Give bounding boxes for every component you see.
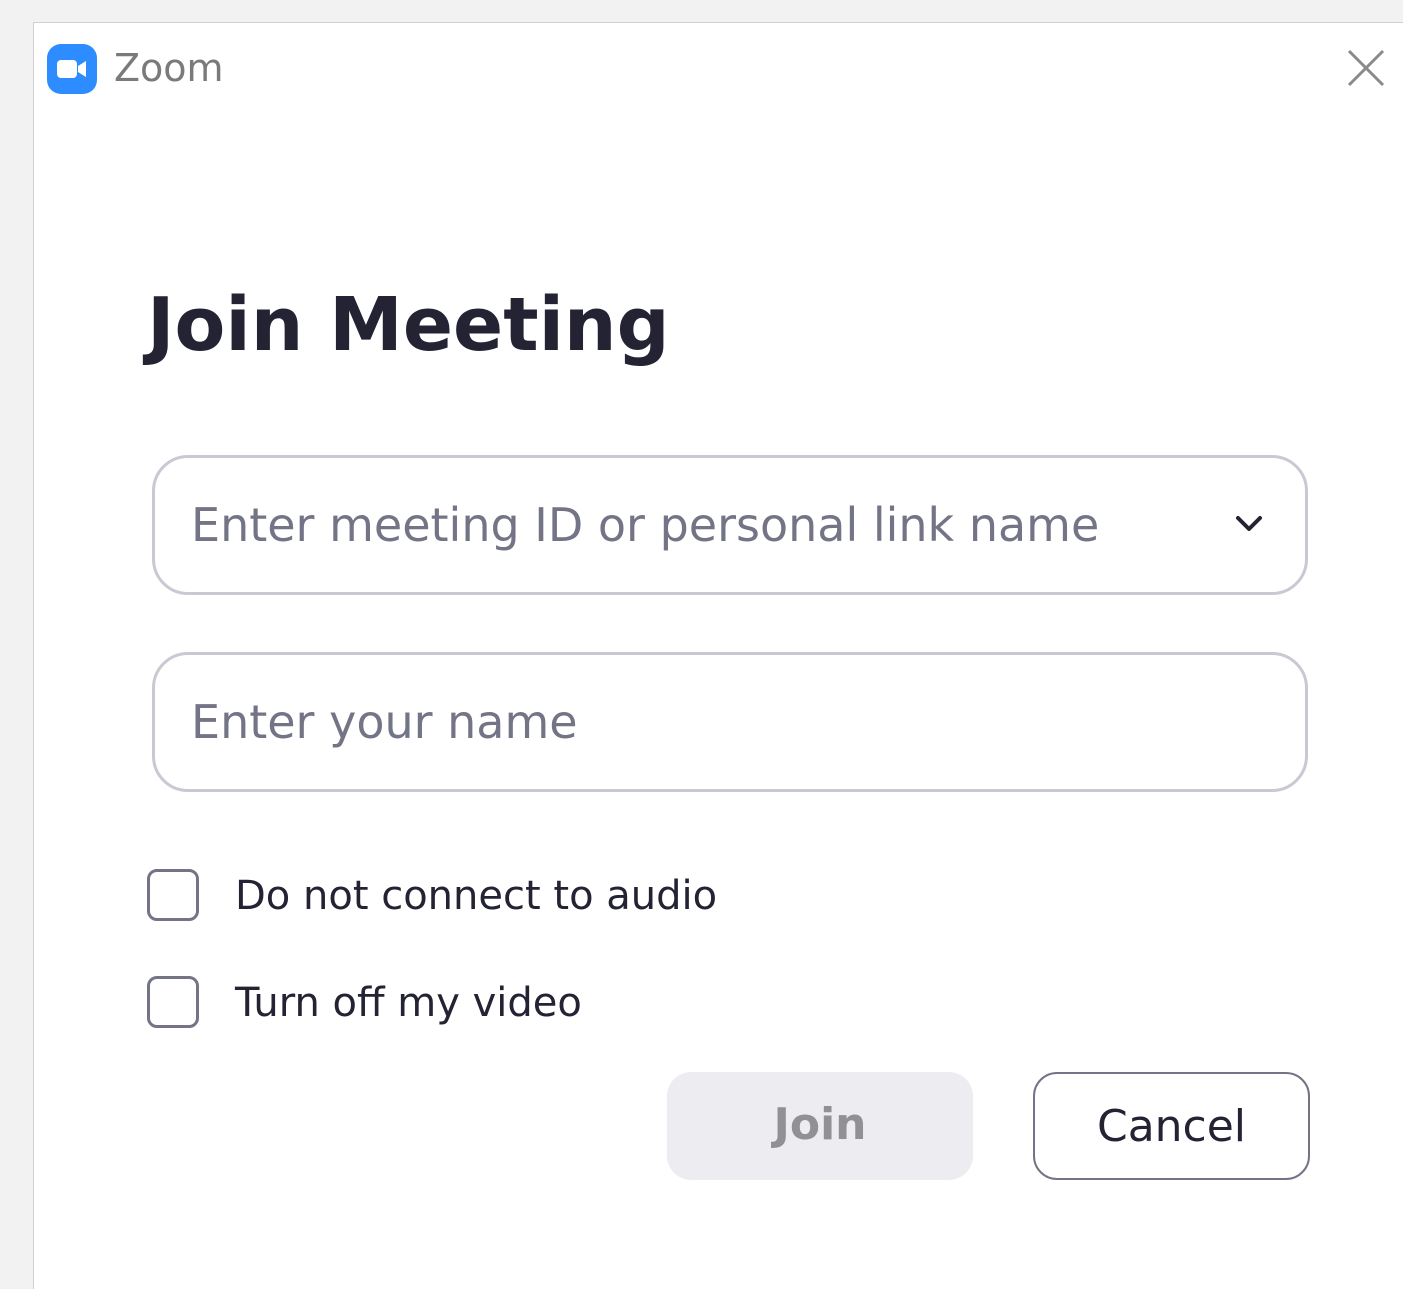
name-input[interactable] bbox=[191, 655, 1271, 789]
join-meeting-window: Zoom Join Meeting Do not connect to audi… bbox=[33, 22, 1403, 1289]
title-bar[interactable]: Zoom bbox=[34, 23, 1403, 115]
join-button[interactable]: Join bbox=[667, 1072, 973, 1180]
chevron-down-icon bbox=[1236, 516, 1262, 531]
close-icon bbox=[1347, 49, 1385, 87]
meeting-id-input[interactable] bbox=[191, 458, 1201, 592]
close-button[interactable] bbox=[1343, 45, 1389, 91]
window-title: Zoom bbox=[114, 46, 224, 90]
name-field[interactable] bbox=[152, 652, 1308, 792]
page-title: Join Meeting bbox=[147, 282, 670, 368]
no-audio-label[interactable]: Do not connect to audio bbox=[235, 871, 717, 921]
cancel-button[interactable]: Cancel bbox=[1033, 1072, 1310, 1180]
video-off-option[interactable]: Turn off my video bbox=[147, 976, 647, 1034]
zoom-camera-icon bbox=[47, 44, 97, 94]
meeting-history-dropdown-button[interactable] bbox=[1229, 504, 1269, 544]
video-off-label[interactable]: Turn off my video bbox=[235, 978, 582, 1028]
no-audio-option[interactable]: Do not connect to audio bbox=[147, 869, 767, 927]
no-audio-checkbox[interactable] bbox=[147, 869, 199, 921]
video-off-checkbox[interactable] bbox=[147, 976, 199, 1028]
meeting-id-combobox[interactable] bbox=[152, 455, 1308, 595]
